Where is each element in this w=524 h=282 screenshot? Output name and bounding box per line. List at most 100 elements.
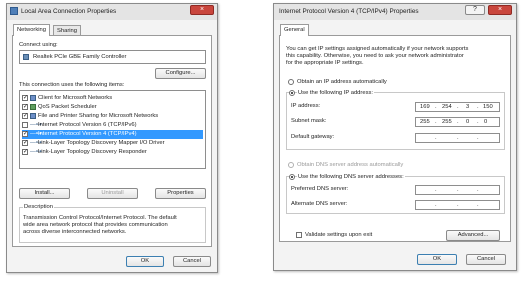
- adapter-name: Realtek PCIe GBE Family Controller: [33, 54, 127, 60]
- window-title: Internet Protocol Version 4 (TCP/IPv4) P…: [279, 8, 419, 15]
- mask-octet: 255: [442, 119, 452, 125]
- description-label: Description: [23, 204, 54, 210]
- list-item[interactable]: ✓ —⊶ Link-Layer Topology Discovery Mappe…: [22, 139, 203, 148]
- sharing-icon: [30, 113, 36, 119]
- install-button[interactable]: Install...: [19, 188, 70, 199]
- subnet-mask-label: Subnet mask:: [291, 118, 327, 124]
- dot-separator: .: [457, 202, 459, 208]
- properties-button[interactable]: Properties: [155, 188, 206, 199]
- validate-label[interactable]: Validate settings upon exit: [305, 232, 372, 238]
- description-line: wide area network protocol that provides…: [23, 222, 168, 228]
- preferred-dns-label: Preferred DNS server:: [291, 186, 349, 192]
- dot-separator: .: [457, 104, 459, 110]
- tab-general[interactable]: General: [280, 24, 309, 36]
- checkbox[interactable]: ✓: [22, 95, 28, 101]
- uninstall-button[interactable]: Uninstall: [87, 188, 138, 199]
- alternate-dns-field[interactable]: ...: [415, 200, 500, 210]
- checkbox[interactable]: ✓: [22, 131, 28, 137]
- use-following-ip-label[interactable]: Use the following IP address:: [297, 90, 374, 96]
- list-item[interactable]: ✓ File and Printer Sharing for Microsoft…: [22, 112, 203, 121]
- preferred-dns-field[interactable]: ...: [415, 185, 500, 195]
- close-button[interactable]: ×: [190, 5, 214, 15]
- intro-line: for the appropriate IP settings.: [286, 60, 364, 66]
- dot-separator: .: [457, 187, 459, 193]
- advanced-button[interactable]: Advanced...: [446, 230, 500, 241]
- alternate-dns-label: Alternate DNS server:: [291, 201, 348, 207]
- general-panel: You can get IP settings assigned automat…: [279, 35, 511, 242]
- mask-octet: 255: [420, 119, 430, 125]
- checkbox[interactable]: [22, 122, 28, 128]
- checkbox[interactable]: ✓: [22, 113, 28, 119]
- use-following-ip-radio[interactable]: [289, 90, 295, 96]
- close-button[interactable]: ×: [488, 5, 512, 15]
- window-title: Local Area Connection Properties: [21, 8, 117, 15]
- subnet-mask-field[interactable]: 255. 255. 0. 0: [415, 117, 500, 127]
- obtain-ip-auto-radio[interactable]: [288, 79, 294, 85]
- checkbox[interactable]: ✓: [22, 140, 28, 146]
- list-item[interactable]: ✓ Client for Microsoft Networks: [22, 94, 203, 103]
- ip-octet: 150: [483, 104, 493, 110]
- list-item[interactable]: —⊶ Internet Protocol Version 6 (TCP/IPv6…: [22, 121, 203, 130]
- mask-octet: 0: [484, 119, 488, 125]
- list-item-label: Internet Protocol Version 4 (TCP/IPv4): [38, 131, 137, 137]
- network-icon: [10, 7, 18, 15]
- dot-separator: .: [477, 202, 479, 208]
- validate-checkbox[interactable]: [296, 232, 302, 238]
- dot-separator: .: [477, 104, 479, 110]
- intro-line: this capability. Otherwise, you need to …: [286, 53, 464, 59]
- dot-separator: .: [457, 135, 459, 141]
- checkbox[interactable]: ✓: [22, 149, 28, 155]
- dot-separator: .: [477, 135, 479, 141]
- tab-networking[interactable]: Networking: [13, 24, 50, 36]
- checkbox[interactable]: ✓: [22, 104, 28, 110]
- obtain-ip-auto-label[interactable]: Obtain an IP address automatically: [297, 79, 387, 85]
- dot-separator: .: [435, 187, 437, 193]
- list-item-label: QoS Packet Scheduler: [38, 104, 97, 110]
- title-bar: Local Area Connection Properties ×: [7, 4, 217, 20]
- cancel-button[interactable]: Cancel: [173, 256, 211, 267]
- cancel-button[interactable]: Cancel: [466, 254, 506, 265]
- client-icon: [30, 95, 36, 101]
- list-item-selected[interactable]: ✓ —⊶ Internet Protocol Version 4 (TCP/IP…: [22, 130, 203, 139]
- local-area-connection-properties-window: Local Area Connection Properties × Netwo…: [6, 3, 218, 273]
- description-line: across diverse interconnected networks.: [23, 229, 127, 235]
- ip-octet: 169: [420, 104, 430, 110]
- use-following-dns-radio[interactable]: [289, 174, 295, 180]
- dot-separator: .: [435, 119, 437, 125]
- dot-separator: .: [457, 119, 459, 125]
- description-line: Transmission Control Protocol/Internet P…: [23, 215, 177, 221]
- items-label: This connection uses the following items…: [19, 82, 125, 88]
- networking-panel: Connect using: Realtek PCIe GBE Family C…: [12, 35, 212, 247]
- ipv4-properties-window: Internet Protocol Version 4 (TCP/IPv4) P…: [273, 3, 517, 271]
- dot-separator: .: [435, 202, 437, 208]
- dot-separator: .: [477, 187, 479, 193]
- list-item-label: Client for Microsoft Networks: [38, 95, 113, 101]
- configure-button[interactable]: Configure...: [155, 68, 206, 79]
- ip-octet: 3: [466, 104, 470, 110]
- list-item-label: Internet Protocol Version 6 (TCP/IPv6): [38, 122, 137, 128]
- connect-using-label: Connect using:: [19, 42, 58, 48]
- help-button[interactable]: ?: [465, 5, 485, 15]
- use-following-dns-label[interactable]: Use the following DNS server addresses:: [297, 174, 405, 180]
- description-group: Description Transmission Control Protoco…: [19, 204, 206, 243]
- ip-address-group: Use the following IP address: IP address…: [286, 90, 505, 150]
- dot-separator: .: [477, 119, 479, 125]
- list-item[interactable]: ✓ QoS Packet Scheduler: [22, 103, 203, 112]
- list-item-label: File and Printer Sharing for Microsoft N…: [38, 113, 159, 119]
- ok-button[interactable]: OK: [417, 254, 457, 265]
- component-list: ✓ Client for Microsoft Networks ✓ QoS Pa…: [19, 90, 206, 169]
- mask-octet: 0: [466, 119, 470, 125]
- ip-octet: 254: [442, 104, 452, 110]
- dot-separator: .: [435, 135, 437, 141]
- ok-button[interactable]: OK: [126, 256, 164, 267]
- list-item-label: Link-Layer Topology Discovery Responder: [38, 149, 147, 155]
- default-gateway-label: Default gateway:: [291, 134, 335, 140]
- scheduler-icon: [30, 104, 36, 110]
- default-gateway-field[interactable]: ...: [415, 133, 500, 143]
- obtain-dns-auto-radio[interactable]: [288, 162, 294, 168]
- ip-address-field[interactable]: 169. 254. 3. 150: [415, 102, 500, 112]
- obtain-dns-auto-label[interactable]: Obtain DNS server address automatically: [297, 162, 403, 168]
- list-item[interactable]: ✓ —⊶ Link-Layer Topology Discovery Respo…: [22, 148, 203, 157]
- adapter-field: Realtek PCIe GBE Family Controller: [19, 50, 206, 64]
- dot-separator: .: [435, 104, 437, 110]
